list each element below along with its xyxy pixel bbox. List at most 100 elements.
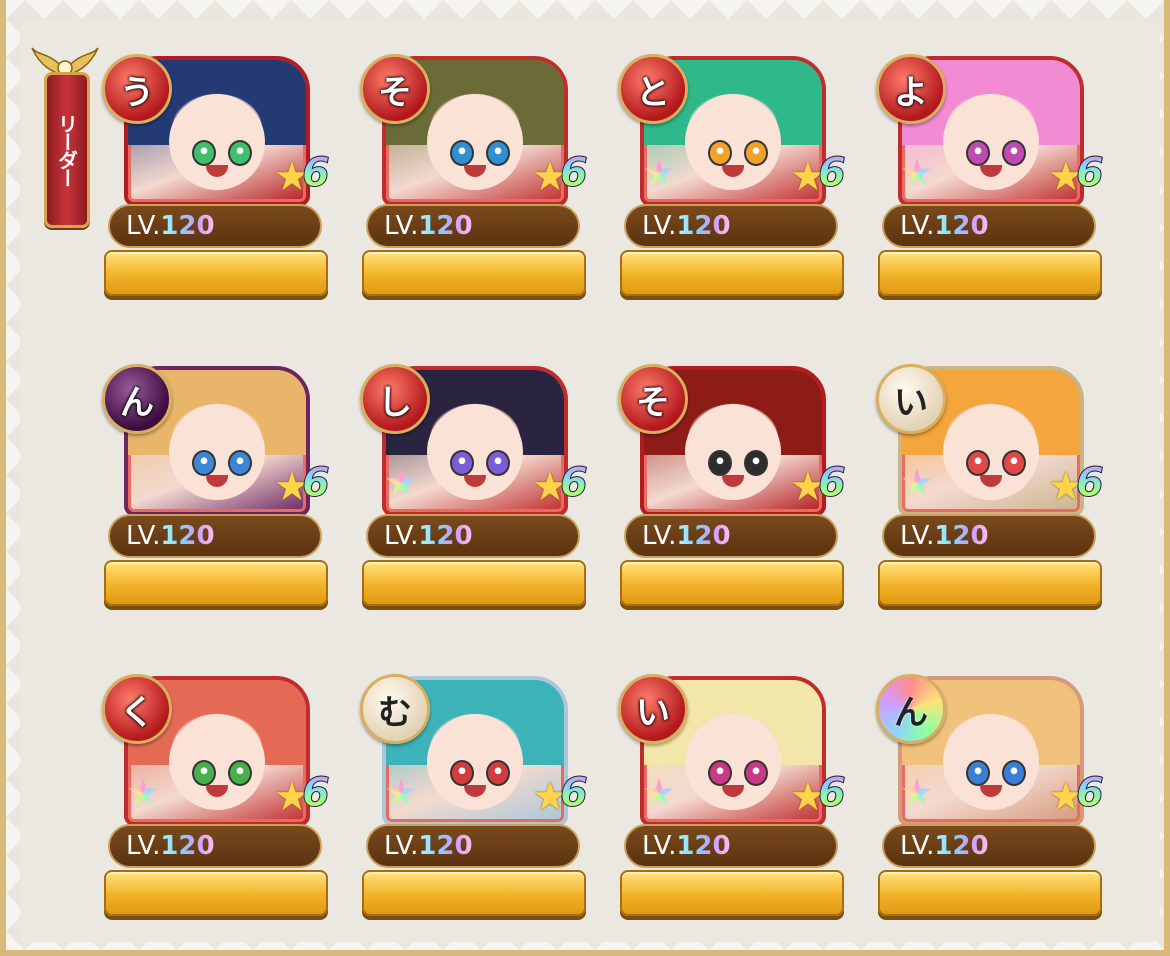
rarity-badge: ★ 6 xyxy=(274,460,338,511)
gauge-bar xyxy=(620,870,844,916)
monster-card[interactable]: む ★ 6 LV. 120 xyxy=(360,674,592,924)
monster-card[interactable]: と ★ 6 LV. 120 xyxy=(618,54,850,304)
level-value: 120 xyxy=(418,831,473,861)
kana-badge: く xyxy=(102,674,172,744)
gauge-bar xyxy=(620,560,844,606)
rarity-number: 6 xyxy=(818,150,847,197)
monster-card[interactable]: そ ★ 6 LV. 120 xyxy=(360,54,592,304)
portrait-eye xyxy=(966,449,991,476)
portrait-eye xyxy=(743,759,768,786)
kana-badge: う xyxy=(102,54,172,124)
portrait-eye xyxy=(485,449,510,476)
rarity-number: 6 xyxy=(1076,460,1105,507)
level-value: 120 xyxy=(676,521,731,551)
level-plate: LV. 120 xyxy=(882,204,1096,248)
rarity-badge: ★ 6 xyxy=(1048,460,1112,511)
rarity-number: 6 xyxy=(1076,770,1105,817)
level-value: 120 xyxy=(160,521,215,551)
rarity-number: 6 xyxy=(302,770,331,817)
rarity-badge: ★ 6 xyxy=(532,770,596,821)
level-value: 120 xyxy=(934,521,989,551)
kana-badge: む xyxy=(360,674,430,744)
gauge-bar xyxy=(362,560,586,606)
gauge-bar xyxy=(362,250,586,296)
level-prefix: LV. xyxy=(384,831,419,861)
monster-card[interactable]: し ★ 6 LV. 120 xyxy=(360,364,592,614)
rarity-badge: ★ 6 xyxy=(1048,770,1112,821)
level-prefix: LV. xyxy=(384,521,419,551)
monster-card[interactable]: く ★ 6 LV. 120 xyxy=(102,674,334,924)
portrait-eye xyxy=(485,139,510,166)
leader-badge: リーダー xyxy=(30,42,100,228)
leader-label: リーダー xyxy=(44,72,90,228)
level-plate: LV. 120 xyxy=(108,824,322,868)
portrait-eye xyxy=(485,759,510,786)
kana-badge: そ xyxy=(618,364,688,434)
rarity-number: 6 xyxy=(818,460,847,507)
monster-card[interactable]: よ ★ 6 LV. 120 xyxy=(876,54,1108,304)
kana-badge: ん xyxy=(102,364,172,434)
portrait-eye xyxy=(743,449,768,476)
level-value: 120 xyxy=(160,211,215,241)
level-plate: LV. 120 xyxy=(624,204,838,248)
portrait-eye xyxy=(227,139,252,166)
rarity-number: 6 xyxy=(1076,150,1105,197)
level-value: 120 xyxy=(934,211,989,241)
portrait-eye xyxy=(1001,449,1026,476)
monster-card[interactable]: い ★ 6 LV. 120 xyxy=(618,674,850,924)
level-value: 120 xyxy=(418,521,473,551)
gauge-bar xyxy=(104,870,328,916)
portrait-eye xyxy=(192,449,217,476)
level-value: 120 xyxy=(160,831,215,861)
monster-card[interactable]: い ★ 6 LV. 120 xyxy=(876,364,1108,614)
gauge-bar xyxy=(104,250,328,296)
monster-card[interactable]: ん ★ 6 LV. 120 xyxy=(876,674,1108,924)
rarity-badge: ★ 6 xyxy=(790,770,854,821)
gauge-bar xyxy=(878,250,1102,296)
gauge-bar xyxy=(362,870,586,916)
level-prefix: LV. xyxy=(126,831,161,861)
rarity-number: 6 xyxy=(560,460,589,507)
level-plate: LV. 120 xyxy=(882,824,1096,868)
gauge-bar xyxy=(620,250,844,296)
gauge-bar xyxy=(104,560,328,606)
rarity-badge: ★ 6 xyxy=(790,460,854,511)
portrait-eye xyxy=(192,139,217,166)
rarity-number: 6 xyxy=(560,770,589,817)
gauge-bar xyxy=(878,560,1102,606)
gauge-bar xyxy=(878,870,1102,916)
kana-badge: と xyxy=(618,54,688,124)
rarity-badge: ★ 6 xyxy=(1048,150,1112,201)
rarity-badge: ★ 6 xyxy=(790,150,854,201)
level-plate: LV. 120 xyxy=(624,824,838,868)
party-frame: リーダー う ★ 6 LV. 120 そ ★ 6 LV. 120 と ★ 6 LV. 120 よ ★ 6 LV. 12… xyxy=(0,0,1170,956)
rarity-badge: ★ 6 xyxy=(532,150,596,201)
kana-badge: し xyxy=(360,364,430,434)
portrait-eye xyxy=(966,139,991,166)
monster-card[interactable]: そ ★ 6 LV. 120 xyxy=(618,364,850,614)
portrait-eye xyxy=(450,449,475,476)
level-plate: LV. 120 xyxy=(882,514,1096,558)
kana-badge: い xyxy=(876,364,946,434)
level-value: 120 xyxy=(418,211,473,241)
kana-badge: よ xyxy=(876,54,946,124)
level-plate: LV. 120 xyxy=(366,824,580,868)
portrait-eye xyxy=(450,139,475,166)
portrait-eye xyxy=(708,139,733,166)
level-prefix: LV. xyxy=(900,211,935,241)
level-prefix: LV. xyxy=(642,831,677,861)
level-plate: LV. 120 xyxy=(108,514,322,558)
monster-card[interactable]: う ★ 6 LV. 120 xyxy=(102,54,334,304)
kana-badge: い xyxy=(618,674,688,744)
portrait-eye xyxy=(966,759,991,786)
level-prefix: LV. xyxy=(900,831,935,861)
monster-card[interactable]: ん ★ 6 LV. 120 xyxy=(102,364,334,614)
level-prefix: LV. xyxy=(900,521,935,551)
level-prefix: LV. xyxy=(642,211,677,241)
portrait-eye xyxy=(743,139,768,166)
level-plate: LV. 120 xyxy=(366,514,580,558)
kana-badge: そ xyxy=(360,54,430,124)
rarity-number: 6 xyxy=(818,770,847,817)
level-value: 120 xyxy=(676,831,731,861)
rarity-number: 6 xyxy=(302,460,331,507)
